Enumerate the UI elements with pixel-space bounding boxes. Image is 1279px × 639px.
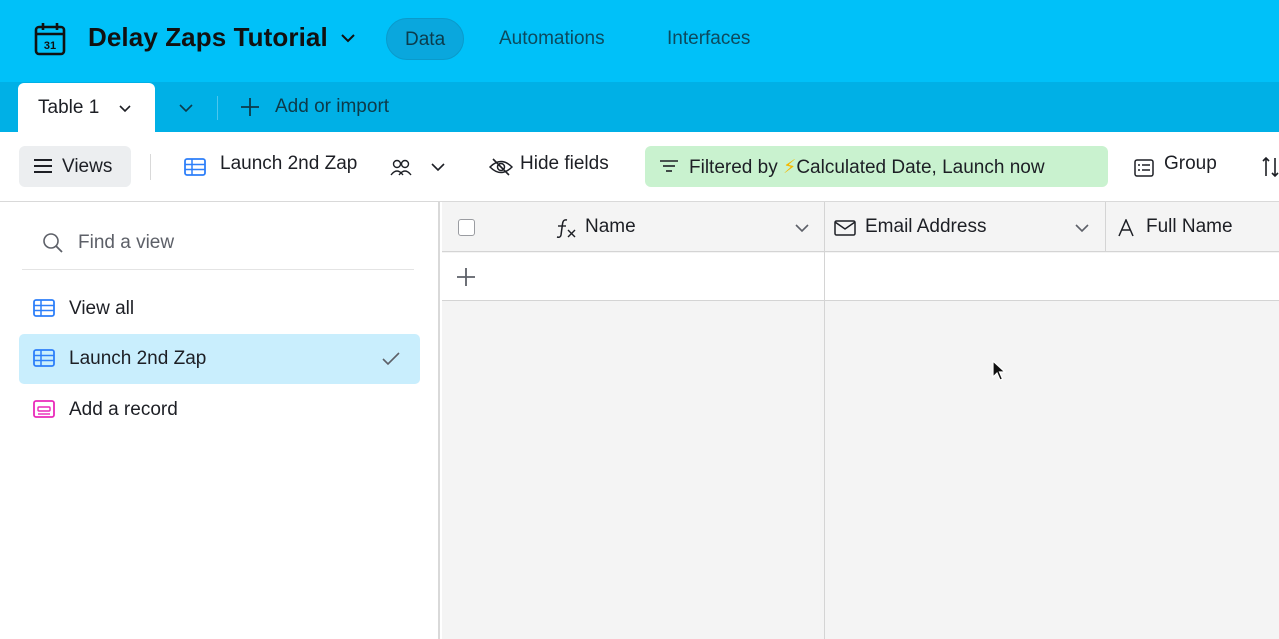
chevron-down-icon[interactable] [338,28,358,48]
mouse-cursor-icon [992,360,1006,381]
filter-fields: Calculated Date, Launch now [796,157,1045,178]
column-divider [824,253,825,301]
app-header: 31 Delay Zaps Tutorial Data Automations … [0,0,1279,82]
chevron-down-icon[interactable] [429,158,447,176]
column-header-name[interactable]: Name [585,216,636,238]
nav-data[interactable]: Data [386,18,465,60]
view-item-label: View all [69,298,135,319]
chevron-down-icon[interactable] [116,99,134,117]
calendar-day: 31 [44,40,56,52]
form-view-icon [33,400,55,418]
eye-slash-icon [489,158,513,176]
tab-label: Table 1 [38,97,100,118]
nav-interfaces[interactable]: Interfaces [649,18,768,60]
hamburger-icon [34,159,52,173]
filter-button[interactable]: Filtered by ⚡Calculated Date, Launch now [645,146,1108,187]
find-view-input[interactable] [78,228,398,258]
view-item-view-all[interactable]: View all [19,284,420,334]
views-button[interactable]: Views [19,146,131,187]
table-tabs-bar: Table 1 Add or import [0,82,1279,133]
group-icon [1134,159,1154,177]
select-all-checkbox[interactable] [458,219,475,236]
divider [217,96,218,120]
filter-icon [660,160,678,172]
add-or-import-button[interactable]: Add or import [275,96,389,118]
grid-view-icon [184,158,206,176]
sort-icon[interactable] [1262,156,1279,178]
plus-icon[interactable] [240,97,260,117]
grid-view-icon [33,299,55,317]
column-header-full-name[interactable]: Full Name [1146,216,1233,238]
collaborative-view-icon[interactable] [389,157,413,177]
view-item-launch-2nd-zap[interactable]: Launch 2nd Zap [19,334,420,384]
base-title[interactable]: Delay Zaps Tutorial [88,22,328,53]
current-view-name[interactable]: Launch 2nd Zap [220,153,357,175]
hide-fields-button[interactable]: Hide fields [520,153,609,175]
filter-label: Filtered by ⚡Calculated Date, Launch now [689,156,1045,179]
find-view-search [22,218,414,270]
tab-table-1[interactable]: Table 1 [18,83,155,133]
calendar-icon[interactable]: 31 [34,22,66,56]
column-header-email-address[interactable]: Email Address [865,216,986,238]
lightning-icon: ⚡ [782,157,797,178]
checkmark-icon [382,352,400,366]
formula-icon [556,219,576,238]
divider [150,154,151,180]
chevron-down-icon[interactable] [1073,219,1091,237]
search-icon [43,233,63,253]
chevron-down-icon[interactable] [793,219,811,237]
nav-automations[interactable]: Automations [481,18,623,60]
add-record-row[interactable] [442,253,1279,301]
group-button[interactable]: Group [1164,153,1217,175]
grid-header-row: Name Email Address Full Name [442,202,1279,639]
views-sidebar: View all Launch 2nd Zap Add a record [0,202,440,639]
view-item-label: Add a record [69,399,178,420]
email-icon [834,220,856,236]
view-toolbar: Views Launch 2nd Zap Hide fields Filtere… [0,132,1279,202]
views-label: Views [62,156,113,177]
plus-icon[interactable] [456,267,476,287]
grid-view-icon [33,349,55,367]
filter-prefix: Filtered by [689,157,783,178]
view-item-label: Launch 2nd Zap [69,348,207,369]
view-item-add-a-record[interactable]: Add a record [19,385,420,435]
all-tables-chevron-icon[interactable] [176,98,196,118]
data-grid: Name Email Address Full Name [442,202,1279,639]
text-icon [1118,219,1134,237]
column-divider [1105,202,1106,252]
